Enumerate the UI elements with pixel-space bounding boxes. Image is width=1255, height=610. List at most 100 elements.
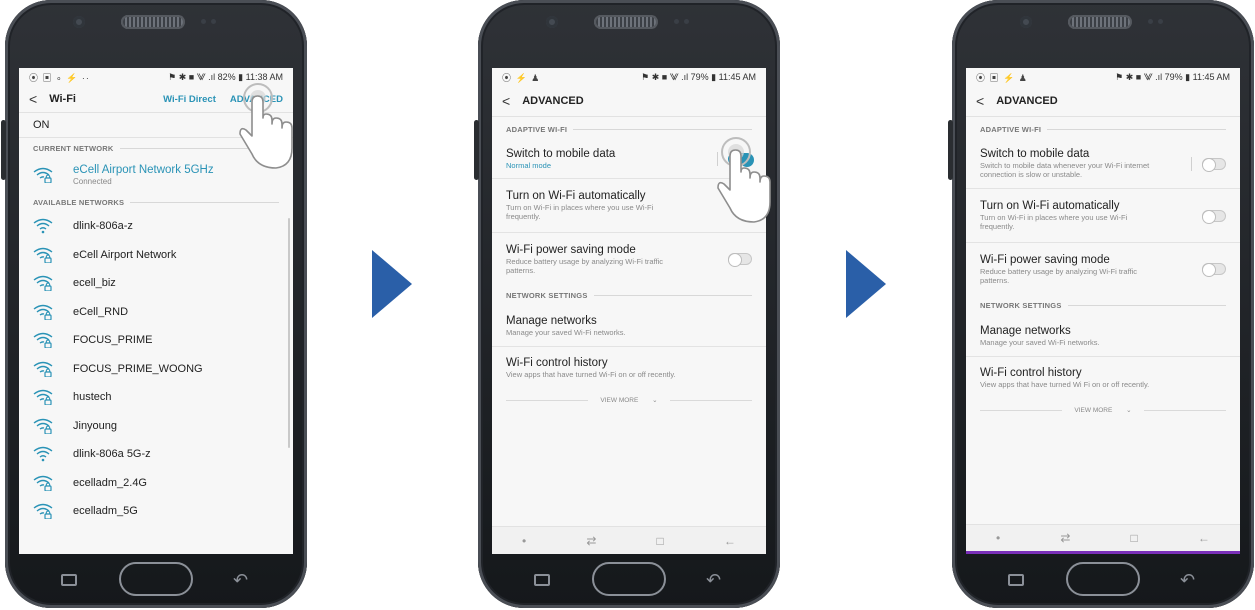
back-key-icon[interactable]: ↶: [233, 570, 248, 591]
status-bar: ⦿ ▣ ∘ ⚡ ·· ⚑ ✱ ■ ⨈ .ıl 82% ▮ 11:38 AM: [19, 68, 293, 86]
wifi-direct-button[interactable]: Wi-Fi Direct: [163, 94, 216, 105]
app-bar: < ADVANCED: [492, 86, 766, 116]
chevron-down-icon: ⌄: [652, 397, 658, 404]
switch-to-mobile-data-title: Switch to mobile data: [506, 147, 616, 160]
home-icon[interactable]: □: [657, 534, 664, 548]
nav-dot-icon[interactable]: •: [996, 531, 1000, 545]
network-list: dlink-806a-z eCell Airport Network ecell_b…: [19, 212, 293, 526]
advanced-screen: ⦿ ⚡ ♟ ⚑ ✱ ■ ⨈ .ıl 79% ▮ 11:45 AM < ADVAN…: [492, 68, 766, 554]
turn-on-wifi-automatically-row[interactable]: Turn on Wi-Fi automatically Turn on Wi-F…: [492, 179, 766, 233]
switch-to-mobile-data-toggle[interactable]: [1202, 157, 1226, 172]
wifi-power-saving-toggle[interactable]: [1202, 263, 1226, 277]
turn-on-wifi-automatically-title: Turn on Wi-Fi automatically: [980, 200, 1120, 212]
status-bar: ⦿ ▣ ⚡ ♟ ⚑ ✱ ■ ⨈ .ıl 79% ▮ 11:45 AM: [966, 68, 1240, 86]
current-network-item[interactable]: eCell Airport Network 5GHz Connected: [19, 158, 293, 192]
hardware-keys: ↶: [952, 554, 1254, 608]
switch-to-mobile-data-row[interactable]: Switch to mobile data Normal mode: [492, 139, 766, 179]
adaptive-wifi-header-label: ADAPTIVE WI-FI: [506, 124, 568, 134]
network-item[interactable]: eCell_RND: [19, 298, 293, 327]
back-arrow-icon[interactable]: <: [502, 93, 510, 109]
status-left-icons: ⦿ ▣ ∘ ⚡ ··: [29, 72, 90, 83]
back-icon[interactable]: ←: [1198, 531, 1210, 545]
network-item[interactable]: hustech: [19, 383, 293, 412]
home-key[interactable]: [1066, 562, 1140, 596]
home-key[interactable]: [592, 562, 666, 596]
adaptive-wifi-header: ADAPTIVE WI-FI: [966, 119, 1240, 139]
status-left-icons: ⦿ ▣ ⚡ ♟: [976, 72, 1028, 83]
advanced-button[interactable]: ADVANCED: [230, 94, 283, 105]
back-arrow-icon[interactable]: <: [29, 91, 37, 107]
network-name: Jinyoung: [73, 419, 118, 432]
network-item[interactable]: Jinyoung: [19, 412, 293, 441]
manage-networks-row[interactable]: Manage networks Manage your saved Wi-Fi …: [492, 305, 766, 347]
network-name: eCell Airport Network: [73, 248, 177, 261]
wifi-control-history-row[interactable]: Wi-Fi control history View apps that hav…: [492, 347, 766, 389]
manage-networks-row[interactable]: Manage networks Manage your saved Wi-Fi …: [966, 315, 1240, 357]
network-settings-header: NETWORK SETTINGS: [492, 285, 766, 305]
phone-frame-wifi: ⦿ ▣ ∘ ⚡ ·· ⚑ ✱ ■ ⨈ .ıl 82% ▮ 11:38 AM < …: [1, 0, 307, 608]
network-item[interactable]: eCell Airport Network: [19, 241, 293, 270]
network-item[interactable]: FOCUS_PRIME_WOONG: [19, 355, 293, 384]
wifi-open-icon: [33, 218, 53, 234]
network-item[interactable]: dlink-806a 5G-z: [19, 440, 293, 469]
recent-apps-icon[interactable]: ⇄: [1060, 531, 1070, 545]
back-icon[interactable]: ←: [724, 534, 736, 548]
back-key-icon[interactable]: ↶: [1180, 570, 1195, 591]
network-item[interactable]: ecell_biz: [19, 269, 293, 298]
recent-apps-key-icon[interactable]: [1008, 574, 1024, 586]
network-item[interactable]: ecelladm_2.4G: [19, 469, 293, 498]
page-title: ADVANCED: [522, 95, 584, 107]
turn-on-wifi-automatically-toggle[interactable]: [1202, 209, 1226, 224]
available-networks-header-label: AVAILABLE NETWORKS: [33, 197, 125, 207]
wifi-power-saving-desc: Reduce battery usage by analyzing Wi-Fi …: [506, 256, 664, 275]
earpiece-speaker: [121, 15, 185, 29]
wifi-locked-icon: [33, 361, 53, 377]
chevron-down-icon: ⌄: [1126, 407, 1132, 414]
current-network-status: Connected: [73, 177, 112, 186]
switch-to-mobile-data-desc: Switch to mobile data whenever your Wi-F…: [980, 161, 1150, 179]
app-bar: < ADVANCED: [966, 86, 1240, 116]
turn-on-wifi-automatically-desc: Turn on Wi-Fi in places where you use Wi…: [980, 213, 1128, 231]
network-settings-header-label: NETWORK SETTINGS: [980, 300, 1062, 310]
network-item[interactable]: FOCUS_PRIME: [19, 326, 293, 355]
switch-to-mobile-data-toggle[interactable]: [728, 152, 754, 167]
switch-to-mobile-data-row[interactable]: Switch to mobile data Switch to mobile d…: [966, 139, 1240, 189]
network-settings-header-label: NETWORK SETTINGS: [506, 290, 588, 300]
wifi-locked-icon: [33, 332, 53, 348]
network-item[interactable]: ecelladm_5G: [19, 497, 293, 526]
page-title: Wi-Fi: [49, 93, 76, 105]
turn-on-wifi-automatically-row[interactable]: Turn on Wi-Fi automatically Turn on Wi-F…: [966, 189, 1240, 243]
back-arrow-icon[interactable]: <: [976, 93, 984, 109]
recent-apps-key-icon[interactable]: [534, 574, 550, 586]
light-sensor: [684, 19, 689, 24]
hardware-keys: ↶: [5, 554, 307, 608]
home-key[interactable]: [119, 562, 193, 596]
front-camera: [546, 16, 558, 28]
wifi-locked-icon: [33, 304, 53, 320]
software-nav-bar: • ⇄ □ ←: [966, 524, 1240, 554]
scrollbar[interactable]: [288, 218, 290, 448]
recent-apps-icon[interactable]: ⇄: [586, 534, 596, 548]
view-more-button[interactable]: VIEW MORE ⌄: [492, 389, 766, 411]
nav-dot-icon[interactable]: •: [522, 534, 526, 548]
home-icon[interactable]: □: [1131, 531, 1138, 545]
network-item[interactable]: dlink-806a-z: [19, 212, 293, 241]
wifi-power-saving-row[interactable]: Wi-Fi power saving mode Reduce battery u…: [492, 233, 766, 285]
adaptive-wifi-header-label: ADAPTIVE WI-FI: [980, 124, 1042, 134]
back-key-icon[interactable]: ↶: [706, 570, 721, 591]
recent-apps-key-icon[interactable]: [61, 574, 77, 586]
view-more-button[interactable]: VIEW MORE ⌄: [966, 399, 1240, 421]
wifi-toggle-row[interactable]: ON: [19, 112, 293, 138]
network-name: ecelladm_5G: [73, 505, 138, 518]
status-bar: ⦿ ⚡ ♟ ⚑ ✱ ■ ⨈ .ıl 79% ▮ 11:45 AM: [492, 68, 766, 86]
wifi-locked-icon: [33, 247, 53, 263]
wifi-control-history-row[interactable]: Wi-Fi control history View apps that hav…: [966, 357, 1240, 399]
status-right-info: ⚑ ✱ ■ ⨈ .ıl 79% ▮ 11:45 AM: [641, 71, 756, 82]
network-name: FOCUS_PRIME: [73, 334, 153, 347]
phone-frame-advanced-before: ⦿ ⚡ ♟ ⚑ ✱ ■ ⨈ .ıl 79% ▮ 11:45 AM < ADVAN…: [474, 0, 780, 608]
wifi-control-history-title: Wi-Fi control history: [506, 357, 608, 369]
wifi-power-saving-row[interactable]: Wi-Fi power saving mode Reduce battery u…: [966, 243, 1240, 295]
network-name: ecell_biz: [73, 277, 116, 290]
wifi-power-saving-toggle[interactable]: [728, 253, 752, 267]
front-camera: [1020, 16, 1032, 28]
